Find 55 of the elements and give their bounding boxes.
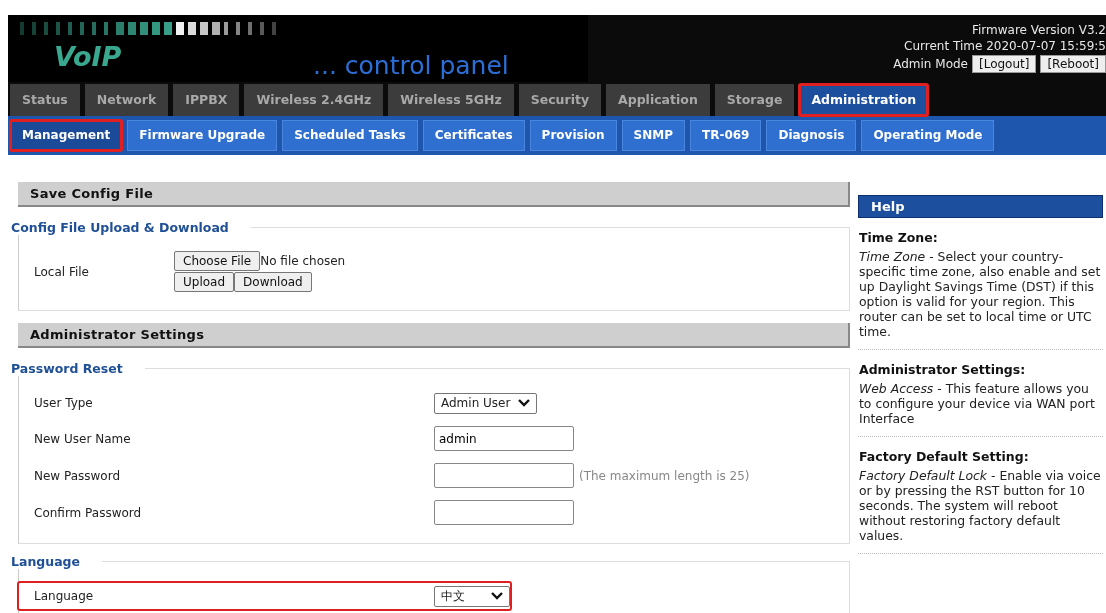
input-field[interactable] <box>434 463 574 488</box>
field-label: New User Name <box>34 431 132 446</box>
help-heading: Factory Default Setting: <box>859 449 1030 464</box>
firmware-version: Firmware Version V3.2 <box>971 23 1106 37</box>
sub-tab[interactable]: TR-069 <box>689 120 762 151</box>
hint-text: (The maximum length is 25) <box>579 468 750 483</box>
group-title: Config File Upload & Download <box>11 220 230 235</box>
group-title: Language <box>11 554 81 569</box>
field-label: User Type <box>34 396 94 410</box>
tagline: ... control panel <box>313 51 509 80</box>
logo-text: VoIP <box>54 41 122 72</box>
help-heading: Administrator Settings: <box>859 362 1027 377</box>
header-button[interactable]: [Logout] <box>972 55 1037 73</box>
nav-tab[interactable]: Administration <box>799 84 929 116</box>
sub-tab[interactable]: Certificates <box>422 120 525 151</box>
section-header: Administrator Settings <box>18 323 850 348</box>
chevron-down-icon <box>491 592 503 600</box>
chevron-down-icon <box>518 399 531 407</box>
input-field[interactable] <box>434 500 574 525</box>
help-text: Factory Default Lock - Enable via voice or by pressing the RST button for 10 seconds. The system will reboot without restoring factory default values. <box>859 468 1102 543</box>
nav-tab[interactable]: Storage <box>714 84 795 116</box>
field-label: Local File <box>34 264 90 279</box>
nav-tab[interactable]: Wireless 2.4GHz <box>244 84 384 116</box>
sub-tab[interactable]: Firmware Upgrade <box>127 120 278 151</box>
nav-tab[interactable]: Status <box>10 84 80 116</box>
sub-tab[interactable]: Management <box>10 120 123 151</box>
sub-tab[interactable]: Operating Mode <box>861 120 995 151</box>
sub-tab[interactable]: Scheduled Tasks <box>282 120 418 151</box>
choose-file-button[interactable]: Choose File <box>174 251 261 271</box>
nav-tab[interactable]: Application <box>606 84 710 116</box>
sub-tab[interactable]: Diagnosis <box>766 120 857 151</box>
select-field[interactable]: 中文 <box>434 585 510 607</box>
field-label: Confirm Password <box>34 505 143 520</box>
nav-tab[interactable]: Network <box>84 84 169 116</box>
help-header: Help <box>858 195 1103 218</box>
file-status: No file chosen <box>260 254 346 268</box>
nav-tab[interactable]: IPPBX <box>173 84 240 116</box>
admin-mode-label: Admin Mode <box>893 57 968 71</box>
sub-tab[interactable]: SNMP <box>621 120 685 151</box>
help-text: Time Zone - Select your country-specific time zone, also enable and set up Daylight Savings Time (DST) if this option is valid for your region. This router can be set to local time or UTC time. <box>859 249 1102 339</box>
current-time: Current Time 2020-07-07 15:59:5 <box>904 39 1106 53</box>
sub-tab[interactable]: Provision <box>529 120 617 151</box>
nav-tab[interactable]: Security <box>518 84 602 116</box>
file-action-button[interactable]: Upload <box>174 272 235 292</box>
field-label: Language <box>34 589 95 603</box>
input-field[interactable]: admin <box>434 426 574 451</box>
file-action-button[interactable]: Download <box>234 272 312 292</box>
group-title: Password Reset <box>11 361 124 376</box>
header-button[interactable]: [Reboot] <box>1040 55 1106 73</box>
help-text: Web Access - This feature allows you to configure your device via WAN port Interface <box>859 381 1096 426</box>
select-field[interactable]: Admin User <box>434 392 538 414</box>
nav-tab[interactable]: Wireless 5GHz <box>388 84 514 116</box>
section-header: Save Config File <box>18 182 850 207</box>
field-label: New Password <box>34 468 122 483</box>
help-heading: Time Zone: <box>859 230 939 245</box>
